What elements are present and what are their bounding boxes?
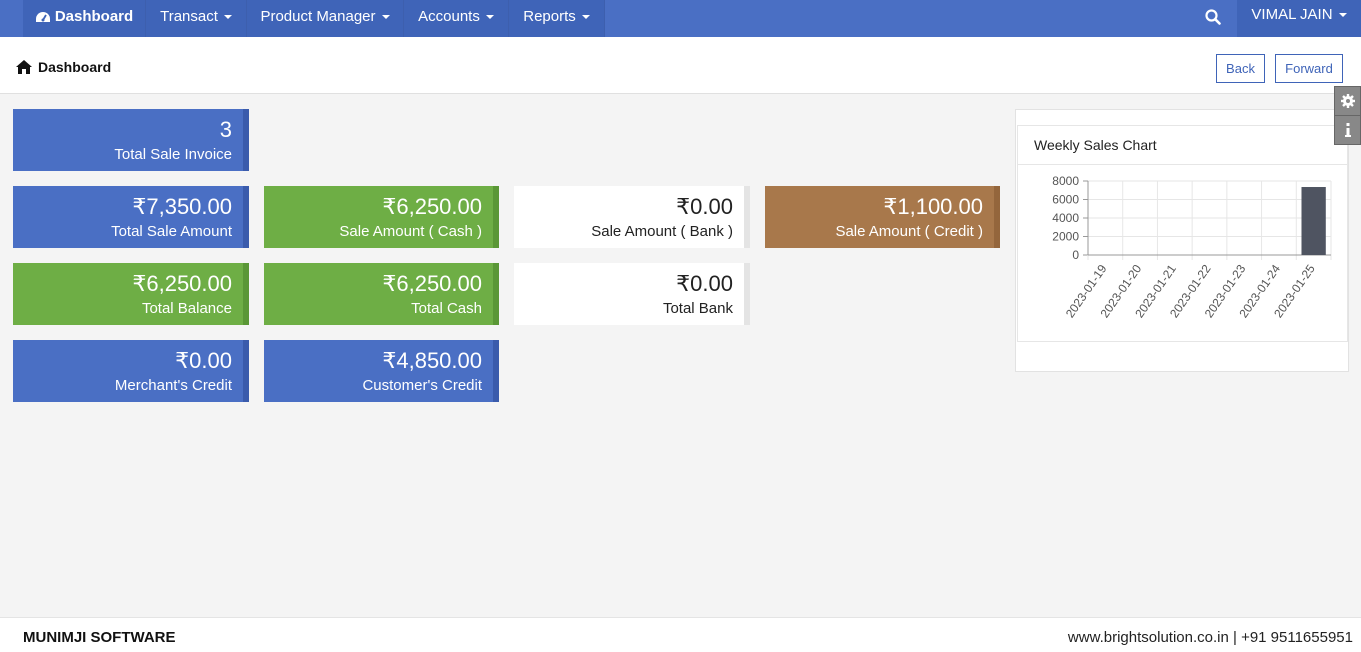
nav-dashboard[interactable]: Dashboard <box>23 0 146 37</box>
card-value: ₹0.00 <box>175 348 232 373</box>
card-accent-bar <box>243 186 249 248</box>
chevron-down-icon <box>223 15 232 20</box>
weekly-sales-chart-box: Weekly Sales Chart 8000 6000 4000 2000 0 2023… <box>1017 125 1348 342</box>
card-sale-amount-credit[interactable]: ₹1,100.00 Sale Amount ( Credit ) <box>765 186 1000 248</box>
chart-title: Weekly Sales Chart <box>1034 137 1157 153</box>
dashboard-gauge-icon <box>35 11 50 22</box>
card-label: Sale Amount ( Credit ) <box>835 223 983 240</box>
chevron-down-icon <box>1338 13 1347 18</box>
card-value: ₹0.00 <box>676 271 733 296</box>
card-label: Total Sale Amount <box>111 223 232 240</box>
card-accent-bar <box>243 340 249 402</box>
card-total-sale-invoice[interactable]: 3 Total Sale Invoice <box>13 109 249 171</box>
settings-tab[interactable] <box>1334 86 1361 116</box>
nav-reports-label: Reports <box>523 8 576 25</box>
user-name: VIMAL JAIN <box>1251 6 1333 23</box>
footer: MUNIMJI SOFTWARE www.brightsolution.co.i… <box>0 617 1361 652</box>
card-label: Sale Amount ( Bank ) <box>591 223 733 240</box>
y-tick-label: 8000 <box>1052 174 1079 188</box>
card-label: Total Balance <box>141 300 232 317</box>
y-tick-label: 2000 <box>1052 230 1079 244</box>
card-value: ₹0.00 <box>676 194 733 219</box>
back-button[interactable]: Back <box>1216 54 1265 83</box>
card-merchants-credit[interactable]: ₹0.00 Merchant's Credit <box>13 340 249 402</box>
footer-contact: www.brightsolution.co.in | +91 951165595… <box>1067 629 1353 646</box>
card-accent-bar <box>744 186 750 248</box>
y-tick-label: 0 <box>1072 248 1079 262</box>
nav-transact[interactable]: Transact <box>146 0 247 37</box>
card-total-balance[interactable]: ₹6,250.00 Total Balance <box>13 263 249 325</box>
top-navbar: Dashboard Transact Product Manager Accou… <box>0 0 1361 37</box>
card-value: ₹6,250.00 <box>382 271 482 296</box>
chevron-down-icon <box>485 15 494 20</box>
card-accent-bar <box>243 109 249 171</box>
card-accent-bar <box>493 340 499 402</box>
chevron-down-icon <box>581 15 590 20</box>
search-icon <box>1205 9 1221 25</box>
nav-dashboard-label: Dashboard <box>54 8 134 25</box>
card-label: Customer's Credit <box>362 377 482 394</box>
page-header: Dashboard Back Forward <box>0 37 1361 94</box>
card-value: ₹6,250.00 <box>132 271 232 296</box>
card-accent-bar <box>493 263 499 325</box>
gear-icon <box>1340 94 1355 108</box>
card-label: Total Sale Invoice <box>114 146 232 163</box>
card-label: Total Bank <box>662 300 733 317</box>
nav-accounts[interactable]: Accounts <box>404 0 509 37</box>
nav-product-manager[interactable]: Product Manager <box>247 0 404 37</box>
card-value: ₹6,250.00 <box>382 194 482 219</box>
card-sale-amount-cash[interactable]: ₹6,250.00 Sale Amount ( Cash ) <box>264 186 499 248</box>
card-value: ₹1,100.00 <box>883 194 983 219</box>
user-menu[interactable]: VIMAL JAIN <box>1237 0 1361 37</box>
chart-bar <box>1301 187 1326 255</box>
card-label: Sale Amount ( Cash ) <box>339 223 482 240</box>
info-icon <box>1344 123 1351 137</box>
card-total-sale-amount[interactable]: ₹7,350.00 Total Sale Amount <box>13 186 249 248</box>
card-customers-credit[interactable]: ₹4,850.00 Customer's Credit <box>264 340 499 402</box>
breadcrumb: Dashboard <box>15 59 111 75</box>
card-total-cash[interactable]: ₹6,250.00 Total Cash <box>264 263 499 325</box>
forward-button[interactable]: Forward <box>1275 54 1343 83</box>
card-value: 3 <box>219 117 232 142</box>
nav-product-manager-label: Product Manager <box>260 8 376 25</box>
card-sale-amount-bank[interactable]: ₹0.00 Sale Amount ( Bank ) <box>514 186 750 248</box>
card-value: ₹4,850.00 <box>382 348 482 373</box>
y-tick-label: 4000 <box>1052 211 1079 225</box>
nav-transact-label: Transact <box>160 8 218 25</box>
footer-brand: MUNIMJI SOFTWARE <box>23 629 176 646</box>
card-total-bank[interactable]: ₹0.00 Total Bank <box>514 263 750 325</box>
weekly-sales-panel: Weekly Sales Chart 8000 6000 4000 2000 0 2023… <box>1015 109 1349 372</box>
breadcrumb-label: Dashboard <box>38 59 112 75</box>
y-tick-label: 6000 <box>1052 193 1079 207</box>
card-accent-bar <box>994 186 1000 248</box>
card-accent-bar <box>493 186 499 248</box>
info-tab[interactable] <box>1334 115 1361 145</box>
home-icon <box>16 60 32 74</box>
search-button[interactable] <box>1197 0 1229 34</box>
weekly-sales-chart: 800060004000200002023-01-192023-01-20202… <box>1052 174 1332 320</box>
card-value: ₹7,350.00 <box>132 194 232 219</box>
card-accent-bar <box>243 263 249 325</box>
nav-reports[interactable]: Reports <box>509 0 605 37</box>
card-label: Merchant's Credit <box>114 377 232 394</box>
card-label: Total Cash <box>411 300 482 317</box>
chevron-down-icon <box>381 15 390 20</box>
nav-accounts-label: Accounts <box>418 8 480 25</box>
card-accent-bar <box>744 263 750 325</box>
